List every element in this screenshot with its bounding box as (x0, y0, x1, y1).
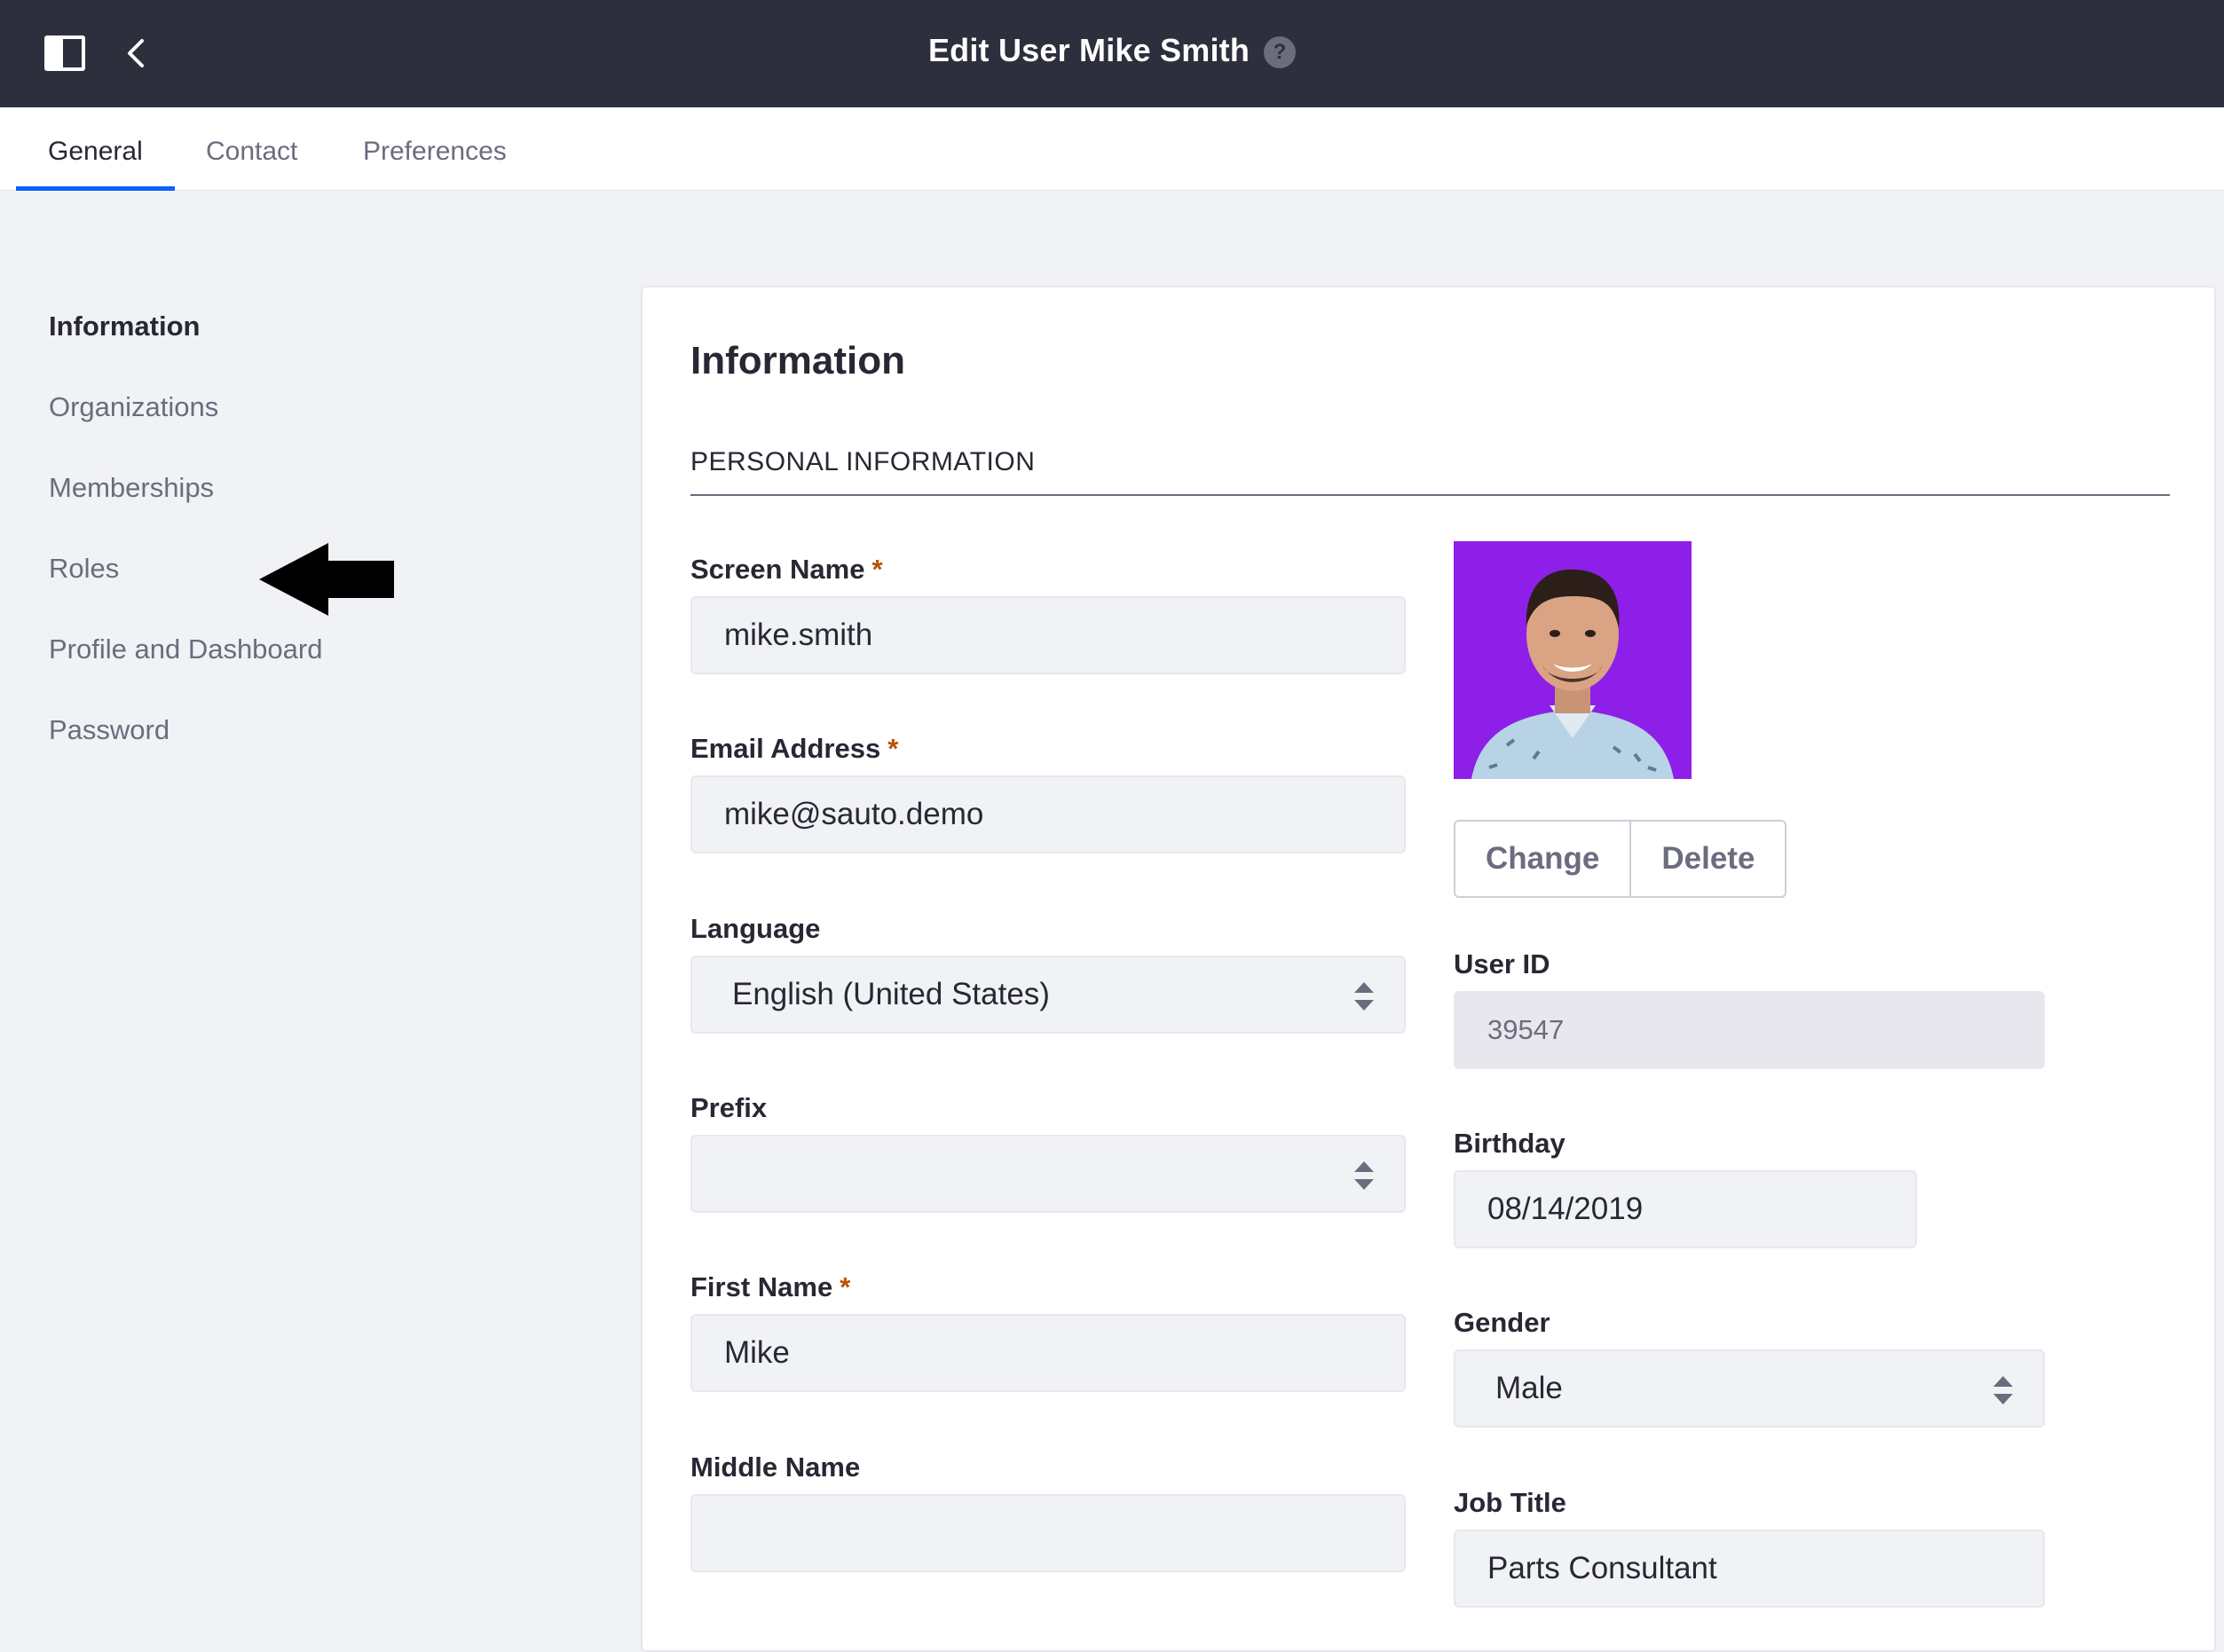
email-label: Email Address * (690, 733, 1406, 775)
birthday-label: Birthday (1454, 1128, 1565, 1159)
gender-value: Male (1495, 1371, 1563, 1405)
sidebar-item-information[interactable]: Information (49, 311, 201, 342)
first-name-field: First Name * Mike (690, 1271, 1406, 1392)
email-input[interactable]: mike@sauto.demo (690, 775, 1406, 854)
tab-preferences[interactable]: Preferences (363, 107, 507, 191)
select-caret-icon (1354, 982, 1374, 1011)
sidebar-item-roles[interactable]: Roles (49, 553, 119, 585)
prefix-field: Prefix (690, 1092, 1406, 1213)
email-label-text: Email Address (690, 733, 881, 764)
top-header-bar: Edit User Mike Smith? (0, 0, 2224, 107)
information-card: Information PERSONAL INFORMATION Screen … (641, 286, 2216, 1652)
sidebar-item-profile-and-dashboard[interactable]: Profile and Dashboard (49, 633, 322, 665)
screen-name-label-text: Screen Name (690, 554, 865, 585)
middle-name-field: Middle Name (690, 1451, 1406, 1572)
language-label: Language (690, 913, 821, 944)
screen-name-label: Screen Name * (690, 554, 1406, 596)
select-caret-icon (1993, 1376, 2013, 1404)
language-value: English (United States) (732, 977, 1050, 1011)
page-title: Edit User Mike Smith (927, 32, 1250, 68)
email-field: Email Address * mike@sauto.demo (690, 733, 1406, 854)
user-id-input: 39547 (1454, 991, 2045, 1069)
language-field: Language English (United States) (690, 913, 1406, 1034)
section-divider (690, 494, 2170, 496)
card-title: Information (690, 339, 905, 382)
gender-label: Gender (1454, 1307, 1550, 1338)
delete-photo-button[interactable]: Delete (1629, 822, 1785, 896)
sidebar-item-password[interactable]: Password (49, 714, 170, 746)
gender-field: Gender Male (1454, 1307, 2045, 1428)
middle-name-input[interactable] (690, 1494, 1406, 1572)
section-title: PERSONAL INFORMATION (690, 447, 1036, 476)
birthday-field: Birthday 08/14/2019 (1454, 1128, 1917, 1248)
tab-bar: General Contact Preferences (0, 107, 2224, 191)
prefix-select[interactable] (690, 1135, 1406, 1213)
portrait-illustration (1454, 541, 1692, 779)
first-name-input[interactable]: Mike (690, 1314, 1406, 1392)
middle-name-label: Middle Name (690, 1451, 861, 1483)
user-id-field: User ID 39547 (1454, 948, 2045, 1069)
help-icon[interactable]: ? (1264, 36, 1297, 68)
first-name-label: First Name * (690, 1271, 1406, 1314)
job-title-input[interactable]: Parts Consultant (1454, 1530, 2045, 1608)
screen-name-field: Screen Name * mike.smith (690, 554, 1406, 674)
first-name-label-text: First Name (690, 1271, 833, 1302)
sidebar-item-organizations[interactable]: Organizations (49, 391, 218, 423)
required-mark: * (840, 1271, 851, 1302)
required-mark: * (871, 554, 883, 585)
photo-button-group: Change Delete (1454, 820, 1787, 898)
change-photo-button[interactable]: Change (1455, 822, 1629, 896)
user-portrait-image (1454, 541, 1692, 779)
screen-name-input[interactable]: mike.smith (690, 596, 1406, 674)
job-title-label: Job Title (1454, 1487, 1566, 1518)
prefix-label: Prefix (690, 1092, 768, 1123)
gender-select[interactable]: Male (1454, 1349, 2045, 1428)
page-title-wrap: Edit User Mike Smith? (0, 32, 2224, 69)
sidebar-item-memberships[interactable]: Memberships (49, 472, 214, 504)
required-mark: * (887, 733, 899, 764)
select-caret-icon (1354, 1161, 1374, 1190)
language-select[interactable]: English (United States) (690, 956, 1406, 1034)
job-title-field: Job Title Parts Consultant (1454, 1487, 2045, 1608)
user-id-label: User ID (1454, 948, 1550, 979)
birthday-input[interactable]: 08/14/2019 (1454, 1170, 1917, 1248)
tab-contact[interactable]: Contact (206, 107, 297, 191)
annotation-arrow-icon (259, 543, 394, 616)
tab-general[interactable]: General (16, 107, 175, 191)
